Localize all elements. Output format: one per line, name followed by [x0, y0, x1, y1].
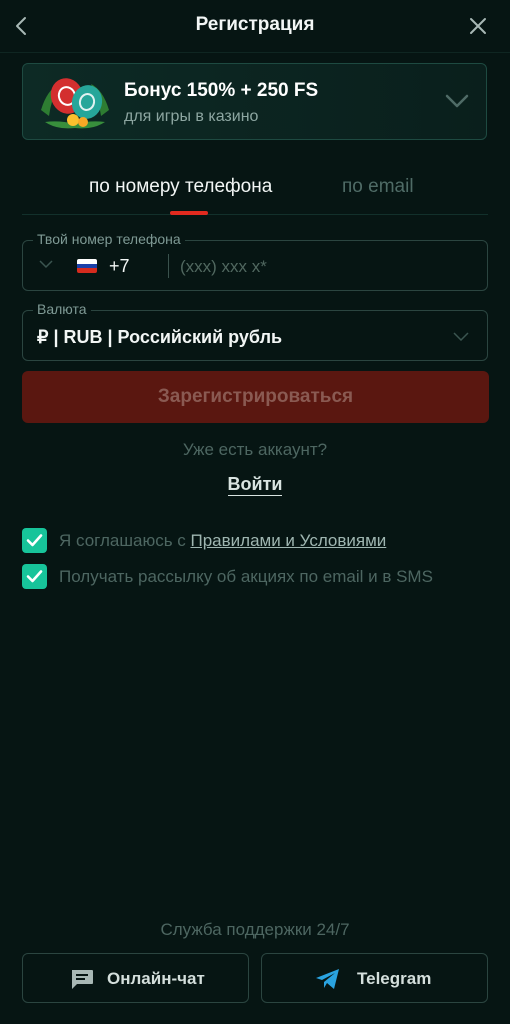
- active-tab-indicator: [170, 211, 208, 215]
- register-button[interactable]: Зарегистрироваться: [22, 371, 489, 423]
- chevron-down-icon: [453, 332, 469, 341]
- chevron-down-icon[interactable]: [444, 92, 470, 110]
- newsletter-text: Получать рассылку об акциях по email и в…: [59, 567, 433, 586]
- page-title: Регистрация: [195, 14, 315, 35]
- currency-select[interactable]: Валюта ₽ | RUB | Российский рубль: [22, 301, 488, 361]
- currency-label: Валюта: [33, 301, 91, 317]
- phone-field: Твой номер телефона +7: [22, 231, 488, 291]
- bonus-title: Бонус 150% + 250 FS: [124, 80, 319, 101]
- support-title: Служба поддержки 24/7: [160, 920, 350, 939]
- online-chat-label: Онлайн-чат: [107, 969, 205, 988]
- header: Регистрация: [0, 0, 510, 53]
- currency-value: ₽ | RUB | Российский рубль: [37, 327, 283, 347]
- checkmark-icon: [26, 570, 43, 583]
- newsletter-agreement: Получать рассылку об акциях по email и в…: [22, 564, 482, 590]
- field-divider: [168, 254, 169, 278]
- terms-prefix: Я соглашаюсь с: [59, 531, 191, 550]
- tab-phone[interactable]: по номеру телефона: [89, 176, 272, 198]
- close-icon[interactable]: [468, 16, 488, 36]
- phone-input[interactable]: [178, 250, 472, 284]
- chevron-down-icon[interactable]: [39, 259, 53, 269]
- russia-flag-icon[interactable]: [77, 259, 97, 273]
- telegram-icon: [316, 969, 339, 989]
- phone-label: Твой номер телефона: [33, 231, 185, 247]
- have-account-text: Уже есть аккаунт?: [182, 440, 328, 459]
- terms-link[interactable]: Правилами и Условиями: [191, 531, 387, 550]
- registration-tabs: по номеру телефона по email: [22, 168, 488, 215]
- checkmark-icon: [26, 534, 43, 547]
- online-chat-button[interactable]: Онлайн-чат: [22, 953, 249, 1003]
- terms-checkbox[interactable]: [22, 528, 47, 553]
- newsletter-checkbox[interactable]: [22, 564, 47, 589]
- casino-chips-icon: [41, 78, 109, 129]
- country-code: +7: [109, 256, 130, 276]
- terms-agreement: Я соглашаюсь с Правилами и Условиями: [22, 528, 442, 554]
- telegram-label: Telegram: [357, 969, 432, 988]
- bonus-subtitle: для игры в казино: [124, 108, 259, 125]
- chat-icon: [72, 970, 93, 989]
- bonus-banner[interactable]: Бонус 150% + 250 FS для игры в казино: [22, 63, 487, 140]
- login-link[interactable]: Войти: [227, 474, 283, 496]
- telegram-button[interactable]: Telegram: [261, 953, 488, 1003]
- login-link-wrapper: Войти: [0, 474, 510, 496]
- terms-text: Я соглашаюсь с Правилами и Условиями: [59, 531, 386, 551]
- tab-email[interactable]: по email: [342, 176, 414, 198]
